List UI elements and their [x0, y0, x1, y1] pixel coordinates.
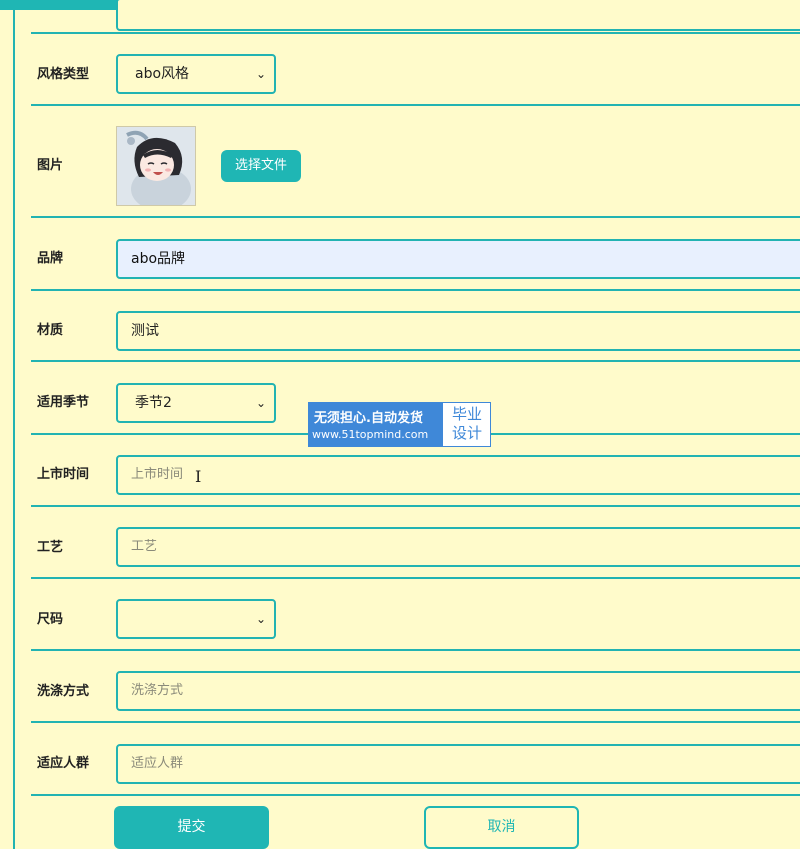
row-divider [31, 577, 800, 579]
watermark-main-block: 无须担心.自动发货 www.51topmind.com [309, 403, 443, 446]
choose-file-button[interactable]: 选择文件 [221, 150, 301, 182]
portrait-illustration [117, 127, 195, 205]
wash-method-input[interactable]: 洗涤方式 [116, 671, 800, 711]
row-divider [31, 721, 800, 723]
row-divider [31, 104, 800, 106]
material-input[interactable]: 测试 [116, 311, 800, 351]
image-label: 图片 [37, 158, 64, 173]
season-label: 适用季节 [37, 395, 90, 410]
watermark-slogan: 无须担心.自动发货 [314, 411, 423, 426]
row-divider [31, 649, 800, 651]
row-divider [31, 32, 800, 34]
season-value: 季节2 [135, 395, 172, 411]
style-type-select[interactable]: abo风格 ⌄ [116, 54, 276, 94]
row-divider [31, 794, 800, 796]
watermark-url: www.51topmind.com [312, 428, 429, 441]
brand-label: 品牌 [37, 251, 64, 266]
chevron-down-icon: ⌄ [255, 396, 266, 410]
i-beam-cursor-icon: I [195, 467, 202, 486]
launch-time-label: 上市时间 [37, 467, 90, 482]
target-group-label: 适应人群 [37, 756, 90, 771]
style-type-value: abo风格 [135, 66, 190, 82]
watermark-side-line2: 设计 [451, 424, 482, 442]
season-select[interactable]: 季节2 ⌄ [116, 383, 276, 423]
edit-form: 风格类型 abo风格 ⌄ 图片 选择文件 品牌 abo品牌 材质 测试 适用季节 [15, 0, 800, 849]
craft-label: 工艺 [37, 540, 64, 555]
chevron-down-icon: ⌄ [255, 612, 266, 626]
row-divider [31, 505, 800, 507]
material-label: 材质 [37, 323, 64, 338]
previous-field-input[interactable] [116, 0, 800, 31]
row-divider [31, 216, 800, 218]
wash-method-label: 洗涤方式 [37, 684, 90, 699]
submit-button[interactable]: 提交 [114, 806, 269, 849]
watermark-side-text: 毕业 设计 [447, 405, 487, 443]
watermark-badge: 无须担心.自动发货 www.51topmind.com 毕业 设计 [308, 402, 491, 447]
size-select[interactable]: ⌄ [116, 599, 276, 639]
chevron-down-icon: ⌄ [255, 67, 266, 81]
craft-input[interactable]: 工艺 [116, 527, 800, 567]
row-divider [31, 360, 800, 362]
size-label: 尺码 [37, 612, 64, 627]
brand-input[interactable]: abo品牌 [116, 239, 800, 279]
cancel-button[interactable]: 取消 [424, 806, 579, 849]
row-divider [31, 289, 800, 291]
watermark-side-line1: 毕业 [451, 405, 482, 423]
uploaded-image-thumbnail [116, 126, 196, 206]
style-type-label: 风格类型 [37, 67, 90, 82]
target-group-input[interactable]: 适应人群 [116, 744, 800, 784]
launch-time-input[interactable]: 上市时间 [116, 455, 800, 495]
